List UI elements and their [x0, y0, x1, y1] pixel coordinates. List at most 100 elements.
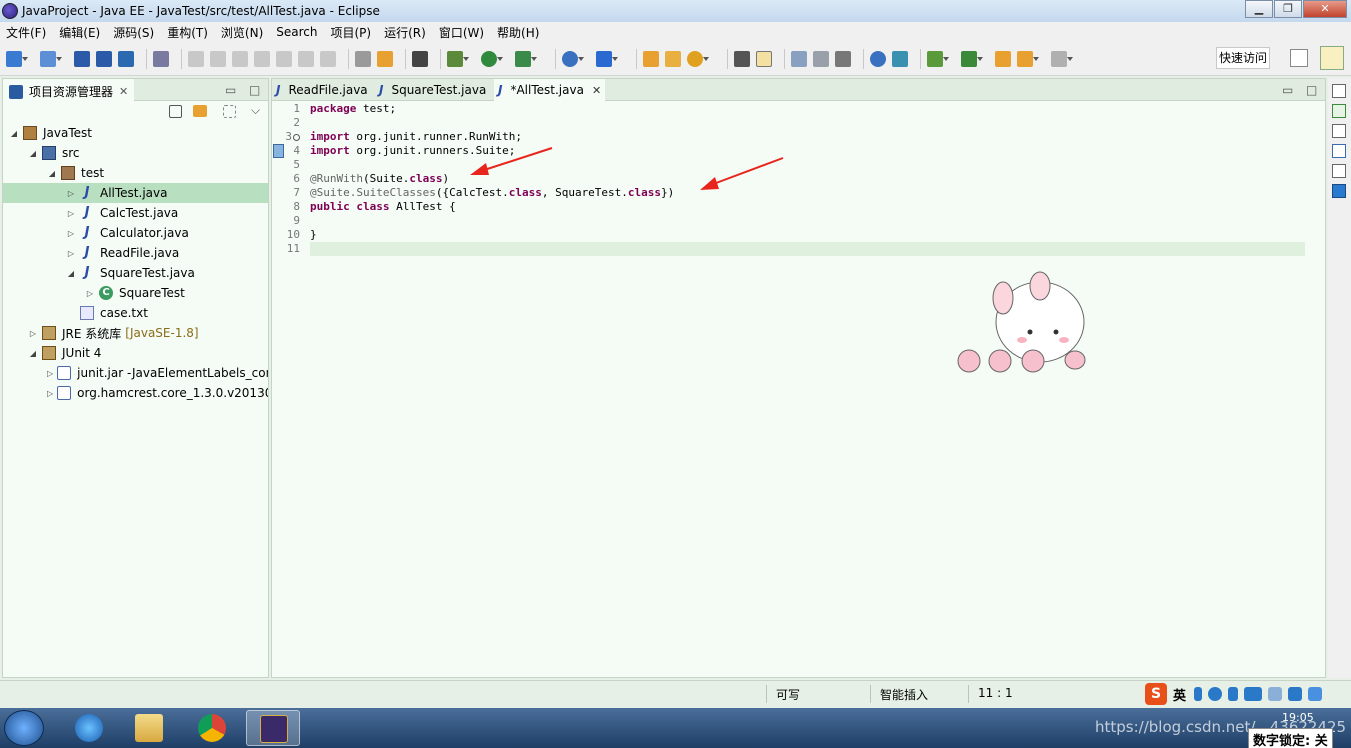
- open-perspective-icon[interactable]: [1290, 49, 1308, 67]
- run-on-server-icon[interactable]: [562, 50, 584, 67]
- menu-edit[interactable]: 编辑(E): [59, 24, 100, 41]
- new-icon[interactable]: [6, 50, 28, 67]
- last-edit-location-icon[interactable]: [995, 50, 1011, 67]
- close-icon[interactable]: ✕: [592, 84, 601, 97]
- collapsed-icon[interactable]: ▷: [47, 389, 53, 398]
- tree-item[interactable]: ▷ J CalcTest.java: [3, 203, 268, 223]
- restore-icon[interactable]: [1332, 124, 1346, 138]
- run-icon[interactable]: [481, 50, 503, 67]
- skip-breakpoints-icon[interactable]: [153, 50, 169, 67]
- collapsed-icon[interactable]: ▷: [47, 369, 53, 378]
- collapsed-icon[interactable]: ▷: [66, 189, 76, 198]
- fold-icon[interactable]: [293, 133, 300, 141]
- tab-project-explorer[interactable]: 项目资源管理器 ✕: [3, 79, 135, 101]
- expanded-icon[interactable]: ◢: [28, 349, 38, 358]
- collapse-all-icon[interactable]: [169, 105, 182, 118]
- punctuation-icon[interactable]: [1194, 687, 1203, 701]
- drop-to-frame-icon[interactable]: [355, 50, 371, 67]
- open-resource-icon[interactable]: [665, 50, 681, 67]
- toggle-mark-occurrences-icon[interactable]: [734, 50, 750, 67]
- collapsed-icon[interactable]: ▷: [28, 329, 38, 338]
- tools-icon[interactable]: [1308, 687, 1323, 701]
- new-java-project-icon[interactable]: [40, 50, 62, 67]
- toggle-breakpoint-icon[interactable]: [412, 50, 428, 67]
- maximize-icon[interactable]: □: [1306, 83, 1317, 97]
- focus-icon[interactable]: [223, 105, 236, 118]
- open-console-icon[interactable]: [118, 50, 134, 67]
- tree-item[interactable]: case.txt: [3, 303, 268, 323]
- menu-navigate[interactable]: 浏览(N): [221, 24, 263, 41]
- menu-source[interactable]: 源码(S): [113, 24, 154, 41]
- restore-icon[interactable]: [1332, 164, 1346, 178]
- menu-run[interactable]: 运行(R): [384, 24, 426, 41]
- tree-item[interactable]: ▷ J Calculator.java: [3, 223, 268, 243]
- tree-item[interactable]: ▷ J ReadFile.java: [3, 243, 268, 263]
- tree-item[interactable]: ◢ JavaTest: [3, 123, 268, 143]
- menu-file[interactable]: 文件(F): [6, 24, 46, 41]
- menu-window[interactable]: 窗口(W): [439, 24, 484, 41]
- tree-item[interactable]: ◢ test: [3, 163, 268, 183]
- maximize-button[interactable]: ❐: [1274, 0, 1302, 18]
- tab-squaretest[interactable]: J SquareTest.java: [375, 79, 490, 101]
- tree-item[interactable]: ◢ src: [3, 143, 268, 163]
- expanded-icon[interactable]: ◢: [66, 269, 76, 278]
- start-button[interactable]: [4, 710, 44, 746]
- open-type-icon[interactable]: [643, 50, 659, 67]
- collapsed-icon[interactable]: ▷: [66, 229, 76, 238]
- debug-icon[interactable]: [447, 50, 469, 67]
- new-server-icon[interactable]: [596, 50, 618, 67]
- save-all-icon[interactable]: [96, 50, 112, 67]
- minimize-button[interactable]: ▁: [1245, 0, 1273, 18]
- view-menu-icon[interactable]: ⌵: [251, 103, 260, 118]
- tab-alltest[interactable]: J *AllTest.java ✕: [494, 79, 606, 101]
- ime-language[interactable]: 英: [1173, 685, 1186, 704]
- menu-project[interactable]: 项目(P): [331, 24, 372, 41]
- tree-item[interactable]: ▷ org.hamcrest.core_1.3.0.v201303: [3, 383, 268, 403]
- save-icon[interactable]: [74, 50, 90, 67]
- taskbar-eclipse[interactable]: [246, 710, 300, 746]
- collapsed-icon[interactable]: ▷: [66, 209, 76, 218]
- console-icon[interactable]: [1332, 184, 1346, 198]
- next-annotation-icon[interactable]: [961, 50, 983, 67]
- close-icon[interactable]: ✕: [119, 85, 128, 98]
- back-icon[interactable]: [1017, 50, 1039, 67]
- tree-item[interactable]: ◢ JUnit 4: [3, 343, 268, 363]
- minimize-icon[interactable]: ▭: [225, 83, 236, 97]
- expanded-icon[interactable]: ◢: [47, 169, 57, 178]
- tree-item[interactable]: ▷ junit.jar -JavaElementLabels_con: [3, 363, 268, 383]
- forward-icon[interactable]: [1051, 50, 1073, 67]
- use-step-filters-icon[interactable]: [377, 50, 393, 67]
- block-selection-icon[interactable]: [813, 50, 829, 67]
- tree-item[interactable]: ▷ C SquareTest: [3, 283, 268, 303]
- new-annotation-icon[interactable]: [927, 50, 949, 67]
- tree-item[interactable]: ◢ J SquareTest.java: [3, 263, 268, 283]
- toggle-edit-icon[interactable]: [756, 50, 772, 67]
- menu-help[interactable]: 帮助(H): [497, 24, 539, 41]
- voice-icon[interactable]: [1228, 687, 1239, 701]
- tree-item[interactable]: ▷ JRE 系统库 [JavaSE-1.8]: [3, 323, 268, 343]
- collapsed-icon[interactable]: ▷: [85, 289, 95, 298]
- expanded-icon[interactable]: ◢: [9, 129, 19, 138]
- taskbar-ie[interactable]: [62, 710, 116, 746]
- taskbar-explorer[interactable]: [122, 710, 176, 746]
- tab-readfile[interactable]: J ReadFile.java: [272, 79, 372, 101]
- task-list-icon[interactable]: [1332, 104, 1346, 118]
- web-services-icon[interactable]: [892, 50, 908, 67]
- tree-item[interactable]: ▷ J AllTest.java: [3, 183, 268, 203]
- taskbar-chrome[interactable]: [185, 710, 239, 746]
- outline-icon[interactable]: [1332, 144, 1346, 158]
- skin-icon[interactable]: [1288, 687, 1303, 701]
- search-icon[interactable]: [687, 50, 709, 67]
- code-area[interactable]: package test; import org.junit.runner.Run…: [310, 102, 1305, 256]
- word-wrap-icon[interactable]: [791, 50, 807, 67]
- show-whitespace-icon[interactable]: [835, 50, 851, 67]
- quick-access-field[interactable]: 快速访问: [1216, 47, 1270, 69]
- web-browser-icon[interactable]: [870, 50, 886, 67]
- user-icon[interactable]: [1268, 687, 1283, 701]
- sogou-icon[interactable]: S: [1145, 683, 1167, 705]
- link-with-editor-icon[interactable]: [193, 105, 207, 117]
- keyboard-icon[interactable]: [1244, 687, 1263, 701]
- coverage-icon[interactable]: [515, 50, 537, 67]
- collapsed-icon[interactable]: ▷: [66, 249, 76, 258]
- emoji-icon[interactable]: [1208, 687, 1223, 701]
